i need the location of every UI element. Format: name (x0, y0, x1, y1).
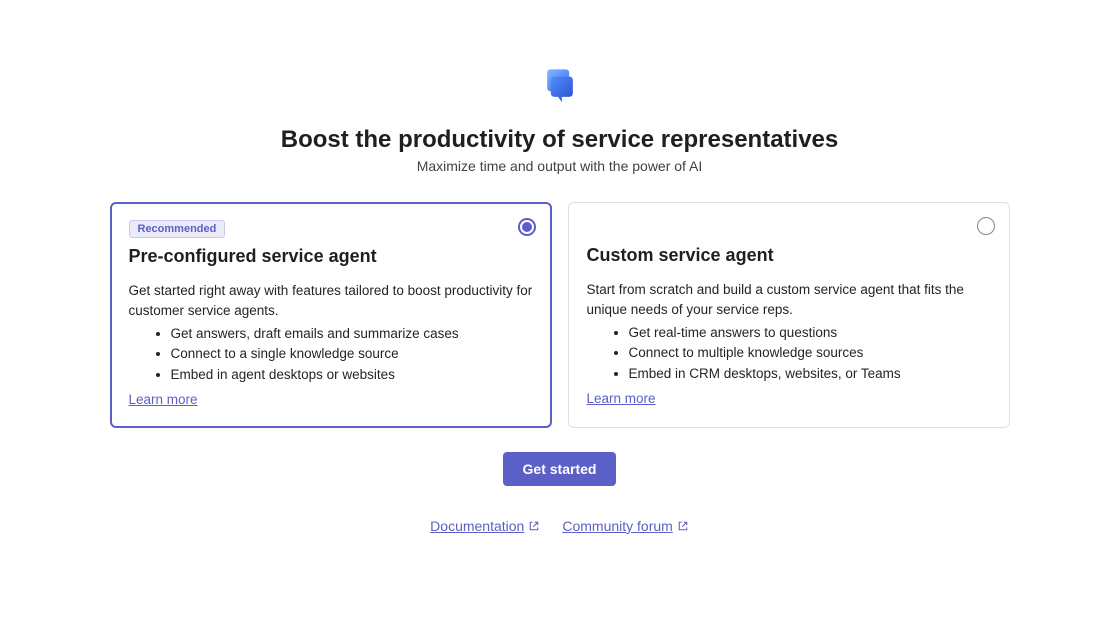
option-cards: Recommended Pre-configured service agent… (110, 202, 1010, 428)
list-item: Connect to multiple knowledge sources (629, 343, 991, 363)
radio-selected-icon[interactable] (518, 218, 536, 236)
documentation-link[interactable]: Documentation (430, 518, 540, 534)
card-title: Pre-configured service agent (129, 246, 533, 267)
card-bullets: Get answers, draft emails and summarize … (129, 324, 533, 385)
link-label: Community forum (562, 518, 672, 534)
list-item: Embed in agent desktops or websites (171, 365, 533, 385)
learn-more-link[interactable]: Learn more (129, 392, 198, 407)
external-link-icon (677, 520, 689, 532)
link-label: Documentation (430, 518, 524, 534)
footer-links: Documentation Community forum (430, 518, 689, 534)
list-item: Connect to a single knowledge source (171, 344, 533, 364)
list-item: Get real-time answers to questions (629, 323, 991, 343)
get-started-button[interactable]: Get started (503, 452, 617, 486)
page-title: Boost the productivity of service repres… (281, 126, 839, 154)
community-forum-link[interactable]: Community forum (562, 518, 688, 534)
card-description: Get started right away with features tai… (129, 281, 533, 320)
page-subtitle: Maximize time and output with the power … (417, 158, 703, 174)
card-bullets: Get real-time answers to questions Conne… (587, 323, 991, 384)
card-custom-agent[interactable]: Custom service agent Start from scratch … (568, 202, 1010, 428)
list-item: Get answers, draft emails and summarize … (171, 324, 533, 344)
external-link-icon (528, 520, 540, 532)
card-description: Start from scratch and build a custom se… (587, 280, 991, 319)
list-item: Embed in CRM desktops, websites, or Team… (629, 364, 991, 384)
recommended-badge: Recommended (129, 220, 226, 238)
copilot-logo-icon (536, 60, 584, 108)
learn-more-link[interactable]: Learn more (587, 391, 656, 406)
card-title: Custom service agent (587, 245, 991, 266)
card-preconfigured-agent[interactable]: Recommended Pre-configured service agent… (110, 202, 552, 428)
radio-unselected-icon[interactable] (977, 217, 995, 235)
